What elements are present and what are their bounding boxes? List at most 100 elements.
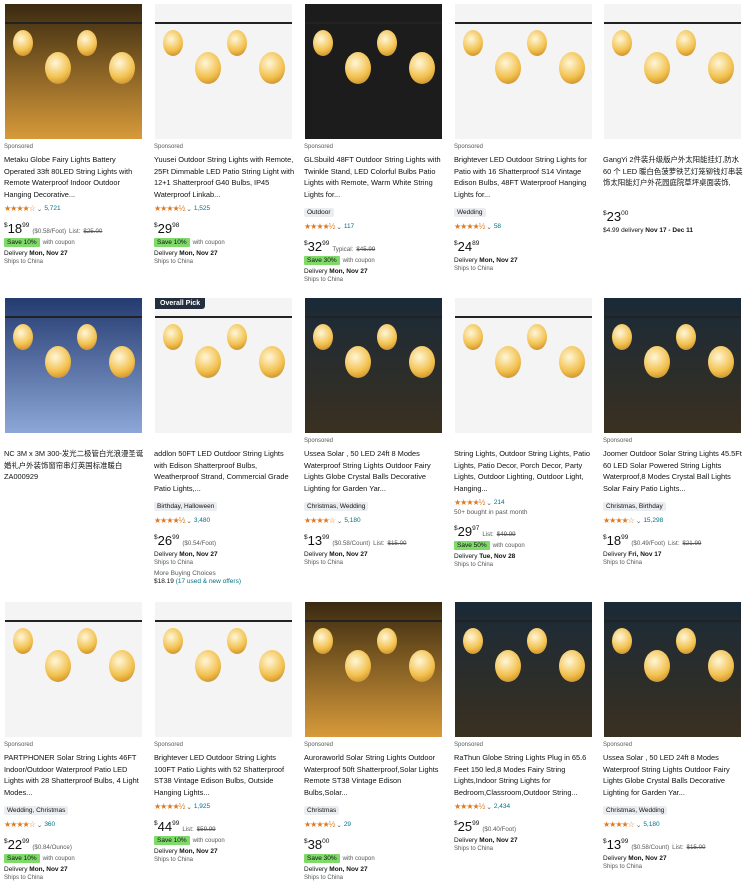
rating-count[interactable]: 3,480 xyxy=(194,517,210,524)
coupon-row[interactable]: Save 10% with coupon xyxy=(154,238,295,247)
price[interactable]: $2997 xyxy=(454,522,479,539)
product-title[interactable]: Brightever LED Outdoor String Lights for… xyxy=(454,154,595,201)
product-card[interactable]: Sponsored RaThun Globe String Lights Plug… xyxy=(454,602,595,852)
price[interactable]: $2489 xyxy=(454,237,479,254)
price-whole: 18 xyxy=(7,221,23,236)
rating-count[interactable]: 214 xyxy=(494,499,505,506)
coupon-row[interactable]: Save 10% with coupon xyxy=(4,238,145,247)
price-row: $2998 xyxy=(154,219,295,236)
product-title[interactable]: Auroraworld Solar String Lights Outdoor … xyxy=(304,752,445,799)
product-card[interactable]: Sponsored Auroraworld Solar String Lights… xyxy=(304,602,445,881)
product-image[interactable] xyxy=(604,298,741,433)
product-image[interactable] xyxy=(604,4,741,139)
product-title[interactable]: addlon 50FT LED Outdoor String Lights wi… xyxy=(154,448,295,495)
more-offers-link[interactable]: (17 used & new offers) xyxy=(176,578,241,585)
more-offers-row[interactable]: $18.19 (17 used & new offers) xyxy=(154,578,295,585)
price-row: $4499 List: $59.99 xyxy=(154,817,295,834)
product-image[interactable] xyxy=(455,4,592,139)
coupon-row[interactable]: Save 30% with coupon xyxy=(304,256,445,265)
rating-row[interactable]: ★★★★☆ ⌄ 5,721 xyxy=(4,204,145,213)
product-card[interactable]: Sponsored Ussea Solar , 50 LED 24ft 8 Mod… xyxy=(603,602,744,870)
rating-count[interactable]: 2,434 xyxy=(494,803,510,810)
price[interactable]: $2599 xyxy=(454,817,479,834)
rating-count[interactable]: 5,721 xyxy=(44,205,60,212)
rating-row[interactable]: ★★★★½ ⌄ 214 xyxy=(454,498,595,507)
rating-count[interactable]: 5,180 xyxy=(643,821,659,828)
rating-count[interactable]: 5,180 xyxy=(344,517,360,524)
product-card[interactable]: GangYi 2件装升级版户外太阳能挂灯,防水 60 个 LED 暖白色菠萝铁艺… xyxy=(603,4,744,234)
price[interactable]: $2299 xyxy=(4,835,29,852)
product-image[interactable] xyxy=(305,602,442,737)
price-whole: 24 xyxy=(457,239,473,254)
coupon-row[interactable]: Save 30% with coupon xyxy=(304,854,445,863)
product-image[interactable] xyxy=(305,4,442,139)
price[interactable]: $2998 xyxy=(154,219,179,236)
product-image[interactable] xyxy=(305,298,442,433)
product-image[interactable] xyxy=(5,4,142,139)
product-card[interactable]: Sponsored GLSbuild 48FT Outdoor String Li… xyxy=(304,4,445,283)
product-card[interactable]: NC 3M x 3M 300-发光二极管白光浪漫圣诞婚礼户外装饰窗帘串灯英国标准… xyxy=(4,298,145,495)
product-title[interactable]: Joomer Outdoor Solar String Lights 45.5F… xyxy=(603,448,744,495)
rating-row[interactable]: ★★★★☆ ⌄ 5,180 xyxy=(603,820,744,829)
product-card[interactable]: Sponsored Yuusei Outdoor String Lights wi… xyxy=(154,4,295,265)
rating-count[interactable]: 15,298 xyxy=(643,517,663,524)
product-title[interactable]: Ussea Solar , 50 LED 24ft 8 Modes Waterp… xyxy=(304,448,445,495)
product-title[interactable]: PARTPHONER Solar String Lights 46FT Indo… xyxy=(4,752,145,799)
rating-count[interactable]: 1,925 xyxy=(194,803,210,810)
product-title[interactable]: Yuusei Outdoor String Lights with Remote… xyxy=(154,154,295,201)
product-title[interactable]: String Lights, Outdoor String Lights, Pa… xyxy=(454,448,595,495)
rating-count[interactable]: 58 xyxy=(494,223,501,230)
product-image[interactable] xyxy=(155,602,292,737)
product-image[interactable] xyxy=(155,4,292,139)
coupon-row[interactable]: Save 50% with coupon xyxy=(454,541,595,550)
product-image[interactable] xyxy=(5,602,142,737)
product-card[interactable]: Sponsored Ussea Solar , 50 LED 24ft 8 Mod… xyxy=(304,298,445,566)
product-card[interactable]: Sponsored PARTPHONER Solar String Lights … xyxy=(4,602,145,881)
rating-row[interactable]: ★★★★½ ⌄ 117 xyxy=(304,222,445,231)
price[interactable]: $3800 xyxy=(304,835,329,852)
coupon-row[interactable]: Save 10% with coupon xyxy=(4,854,145,863)
rating-row[interactable]: ★★★★½ ⌄ 3,480 xyxy=(154,516,295,525)
rating-row[interactable]: ★★★★½ ⌄ 1,525 xyxy=(154,204,295,213)
price[interactable]: $1399 xyxy=(304,531,329,548)
product-image[interactable] xyxy=(604,602,741,737)
rating-row[interactable]: ★★★★½ ⌄ 2,434 xyxy=(454,802,595,811)
product-image[interactable] xyxy=(455,298,592,433)
rating-count[interactable]: 1,525 xyxy=(194,205,210,212)
coupon-row[interactable]: Save 10% with coupon xyxy=(154,836,295,845)
rating-row[interactable]: ★★★★½ ⌄ 1,925 xyxy=(154,802,295,811)
rating-row[interactable]: ★★★★☆ ⌄ 360 xyxy=(4,820,145,829)
price[interactable]: $1899 xyxy=(4,219,29,236)
rating-row[interactable]: ★★★★☆ ⌄ 15,298 xyxy=(603,516,744,525)
price[interactable]: $4499 xyxy=(154,817,179,834)
product-card[interactable]: Sponsored Brightever LED Outdoor String L… xyxy=(154,602,295,863)
product-title[interactable]: GLSbuild 48FT Outdoor String Lights with… xyxy=(304,154,445,201)
rating-row[interactable]: ★★★★½ ⌄ 29 xyxy=(304,820,445,829)
price[interactable]: $1399 xyxy=(603,835,628,852)
price[interactable]: $1899 xyxy=(603,531,628,548)
price[interactable]: $2699 xyxy=(154,531,179,548)
product-card[interactable]: Sponsored Brightever LED Outdoor String L… xyxy=(454,4,595,272)
product-image[interactable]: Overall Pick xyxy=(155,298,292,433)
rating-count[interactable]: 117 xyxy=(344,223,354,230)
rating-count[interactable]: 29 xyxy=(344,821,351,828)
product-title[interactable]: GangYi 2件装升级版户外太阳能挂灯,防水 60 个 LED 暖白色菠萝铁艺… xyxy=(603,154,744,201)
rating-row[interactable]: ★★★★☆ ⌄ 5,180 xyxy=(304,516,445,525)
product-title[interactable]: NC 3M x 3M 300-发光二极管白光浪漫圣诞婚礼户外装饰窗帘串灯英国标准… xyxy=(4,448,145,495)
product-title[interactable]: Metaku Globe Fairy Lights Battery Operat… xyxy=(4,154,145,201)
product-card[interactable]: String Lights, Outdoor String Lights, Pa… xyxy=(454,298,595,568)
rating-row[interactable]: ★★★★½ ⌄ 58 xyxy=(454,222,595,231)
product-image[interactable] xyxy=(5,298,142,433)
rating-count[interactable]: 360 xyxy=(44,821,55,828)
product-card[interactable]: Sponsored Joomer Outdoor Solar String Lig… xyxy=(603,298,744,566)
product-title[interactable]: Ussea Solar , 50 LED 24ft 8 Modes Waterp… xyxy=(603,752,744,799)
product-card[interactable]: Sponsored Metaku Globe Fairy Lights Batte… xyxy=(4,4,145,265)
product-image[interactable] xyxy=(455,602,592,737)
product-card[interactable]: Overall Pick addlon 50FT LED Outdoor Stri… xyxy=(154,298,295,585)
product-title[interactable]: RaThun Globe String Lights Plug in 65.6 … xyxy=(454,752,595,799)
price[interactable]: $3299 xyxy=(304,237,329,254)
occasion-tag: Christmas, Birthday xyxy=(603,502,666,511)
product-title[interactable]: Brightever LED Outdoor String Lights 100… xyxy=(154,752,295,799)
price[interactable]: $2300 xyxy=(603,207,628,224)
price-whole: 18 xyxy=(606,533,622,548)
